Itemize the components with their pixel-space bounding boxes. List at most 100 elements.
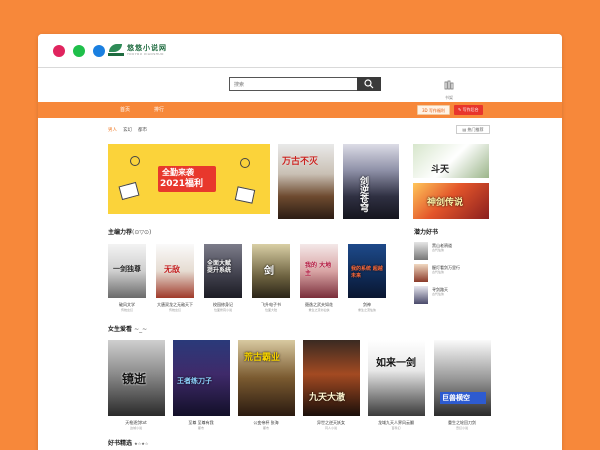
editor-book-author: 传统玄幻 (168, 308, 181, 312)
girls-book-name[interactable]: 公变帝杯 张海 (234, 420, 298, 425)
editor-book-cover-2[interactable]: 无敌 (156, 244, 194, 298)
editor-book-cover-3[interactable]: 全面大赋 提升系统 (204, 244, 242, 298)
logo-icon (108, 44, 124, 56)
girls-section-label: 女生爱看 (108, 326, 133, 333)
latent-book-cover[interactable] (414, 242, 428, 260)
book-cover-title: 王者练刀子 (177, 376, 212, 385)
editor-book-cover-1[interactable]: 一剑独尊 (108, 244, 146, 298)
nav-home[interactable]: 首页 (120, 106, 130, 114)
write-benefit-button[interactable]: 3D 写作福利 (417, 105, 450, 115)
book-cover-title: 如来一剑 (376, 358, 416, 369)
logo-name: 悠悠小说网 (127, 43, 167, 52)
write-backend-label: 写作后台 (462, 107, 479, 112)
book-cover-title: 镜逝 (122, 372, 147, 386)
book-doodle-icon (118, 181, 140, 201)
banner-line-2: 2021福利 (160, 179, 204, 189)
book-cover-title: 我的系统 超越未来 (351, 266, 383, 279)
editor-book-author: 位面修真小说 (213, 308, 232, 312)
girls-book-name[interactable]: 重生之轮回刀剑 (430, 420, 494, 425)
write-benefit-tag: 3D (422, 108, 428, 113)
girls-book-cover-3[interactable]: 荒古霸业 (238, 340, 295, 416)
circle-doodle-icon (240, 158, 250, 168)
editor-book-author: 传统玄幻 (120, 308, 133, 312)
maximize-window-button[interactable] (73, 45, 85, 57)
latent-book-cover[interactable] (414, 264, 428, 282)
right-cover-1[interactable]: 斗天 (413, 144, 489, 178)
girls-book-cover-5[interactable]: 如来一剑 (368, 340, 425, 416)
girls-book-cover-1[interactable]: 镜逝 (108, 340, 165, 416)
latent-book-item[interactable]: 握灯看剑万里行 古代仙侠 (432, 265, 460, 274)
fine-section-label: 好书精选 (108, 440, 133, 447)
editor-book-cover-4[interactable]: 剑 (252, 244, 290, 298)
editor-book-name[interactable]: 校园修身记 (200, 302, 246, 307)
girls-book-author: 都市 (197, 426, 204, 430)
editor-book-name[interactable]: 破风文学 (104, 302, 150, 307)
bookshelf-label: 书架 (445, 95, 453, 100)
latent-section-title: 潜力好书 (414, 229, 439, 236)
hot-recommend-link[interactable]: ▤ 热门推荐 (456, 125, 490, 134)
promo-banner[interactable]: 全勤来袭 2021福利 (108, 144, 270, 214)
bookshelf-icon (444, 80, 454, 90)
search-button[interactable] (357, 77, 381, 91)
featured-cover-2[interactable]: 剑逆苍穹 (343, 144, 399, 219)
logo-subtitle: YOUYOU XIAOSHUO (127, 52, 164, 56)
fine-section-title: 好书精选 ★☆★☆ (108, 440, 148, 448)
search-bar: 搜索 (229, 77, 381, 91)
girls-book-author: 都市 (262, 426, 269, 430)
girls-book-name[interactable]: 至尊 至尊有我 (169, 420, 233, 425)
bookshelf-link[interactable]: 书架 (444, 75, 454, 101)
category-tabs: 男人 玄幻 都市 (108, 128, 147, 134)
girls-book-cover-6[interactable]: 巨兽横空 (434, 340, 491, 416)
book-cover-title: 全面大赋 提升系统 (207, 260, 232, 274)
editor-book-name[interactable]: 聂逸之武夫如花 (294, 302, 344, 307)
latent-book-item[interactable]: 寻剑路天 古代仙侠 (432, 287, 448, 296)
editor-book-author: 位面大陆 (264, 308, 277, 312)
search-input[interactable]: 搜索 (229, 77, 357, 91)
girls-book-author: 边城小说 (129, 426, 142, 430)
book-cover-title: 我的 大地主 (305, 262, 332, 277)
banner-line-1: 全勤来袭 (162, 168, 194, 177)
featured-cover-1[interactable]: 万古不灭 (278, 144, 334, 219)
editor-book-name[interactable]: 大唐双龙之无敌天下 (150, 302, 200, 307)
girls-section-title: 女生爱看 ~_~ (108, 326, 147, 334)
girls-book-author: 同人小说 (324, 426, 337, 430)
editor-book-author: 重生之流仙侠 (357, 308, 376, 312)
editor-section-tail: (⊙▽⊙) (132, 229, 152, 236)
minimize-window-button[interactable] (93, 45, 105, 57)
latent-book-item[interactable]: 黑山老鸦道 古代仙侠 (432, 243, 452, 252)
girls-book-author: 奇幻小说 (455, 426, 468, 430)
write-backend-button[interactable]: ✎ 写作后台 (454, 105, 483, 115)
featured-cover-title: 万古不灭 (282, 157, 319, 167)
book-cover-title: 巨兽横空 (440, 392, 486, 404)
tab-fantasy[interactable]: 玄幻 (123, 128, 132, 134)
latent-book-sub: 古代仙侠 (432, 270, 445, 274)
editor-section-label: 主编力荐 (108, 229, 133, 236)
latent-book-sub: 古代仙侠 (432, 292, 445, 296)
close-window-button[interactable] (53, 45, 65, 57)
featured-cover-title: 剑逆苍穹 (358, 176, 368, 212)
girls-book-cover-2[interactable]: 王者练刀子 (173, 340, 230, 416)
right-cover-title: 神剑传说 (427, 198, 464, 208)
right-cover-2[interactable]: 神剑传说 (413, 183, 489, 219)
girls-book-name[interactable]: 异世之逆天妖女 (299, 420, 363, 425)
tab-men[interactable]: 男人 (108, 128, 117, 134)
girls-book-author: 百科幻 (391, 426, 401, 430)
nav-rank[interactable]: 排行 (154, 106, 164, 114)
latent-book-cover[interactable] (414, 286, 428, 304)
editor-book-cover-6[interactable]: 我的系统 超越未来 (348, 244, 386, 298)
editor-book-name[interactable]: 剑神 (344, 302, 390, 307)
tab-urban[interactable]: 都市 (138, 128, 147, 134)
girls-book-name[interactable]: 天枪逐剑txt (104, 420, 168, 425)
editor-book-cover-5[interactable]: 我的 大地主 (300, 244, 338, 298)
book-cover-title: 剑 (264, 266, 274, 277)
write-benefit-label: 写作福利 (428, 108, 445, 113)
editor-section-title: 主编力荐(⊙▽⊙) (108, 229, 151, 237)
girls-book-cover-4[interactable]: 九天大澈 (303, 340, 360, 416)
search-icon (364, 79, 374, 89)
book-cover-title: 一剑独尊 (113, 264, 141, 273)
editor-book-name[interactable]: 飞升电子书 (248, 302, 294, 307)
girls-book-name[interactable]: 龙域九天人界风云翻 (364, 420, 428, 425)
book-cover-title: 无敌 (164, 264, 180, 274)
book-doodle-icon (234, 186, 256, 204)
site-logo[interactable]: 悠悠小说网 YOUYOU XIAOSHUO (108, 44, 167, 56)
